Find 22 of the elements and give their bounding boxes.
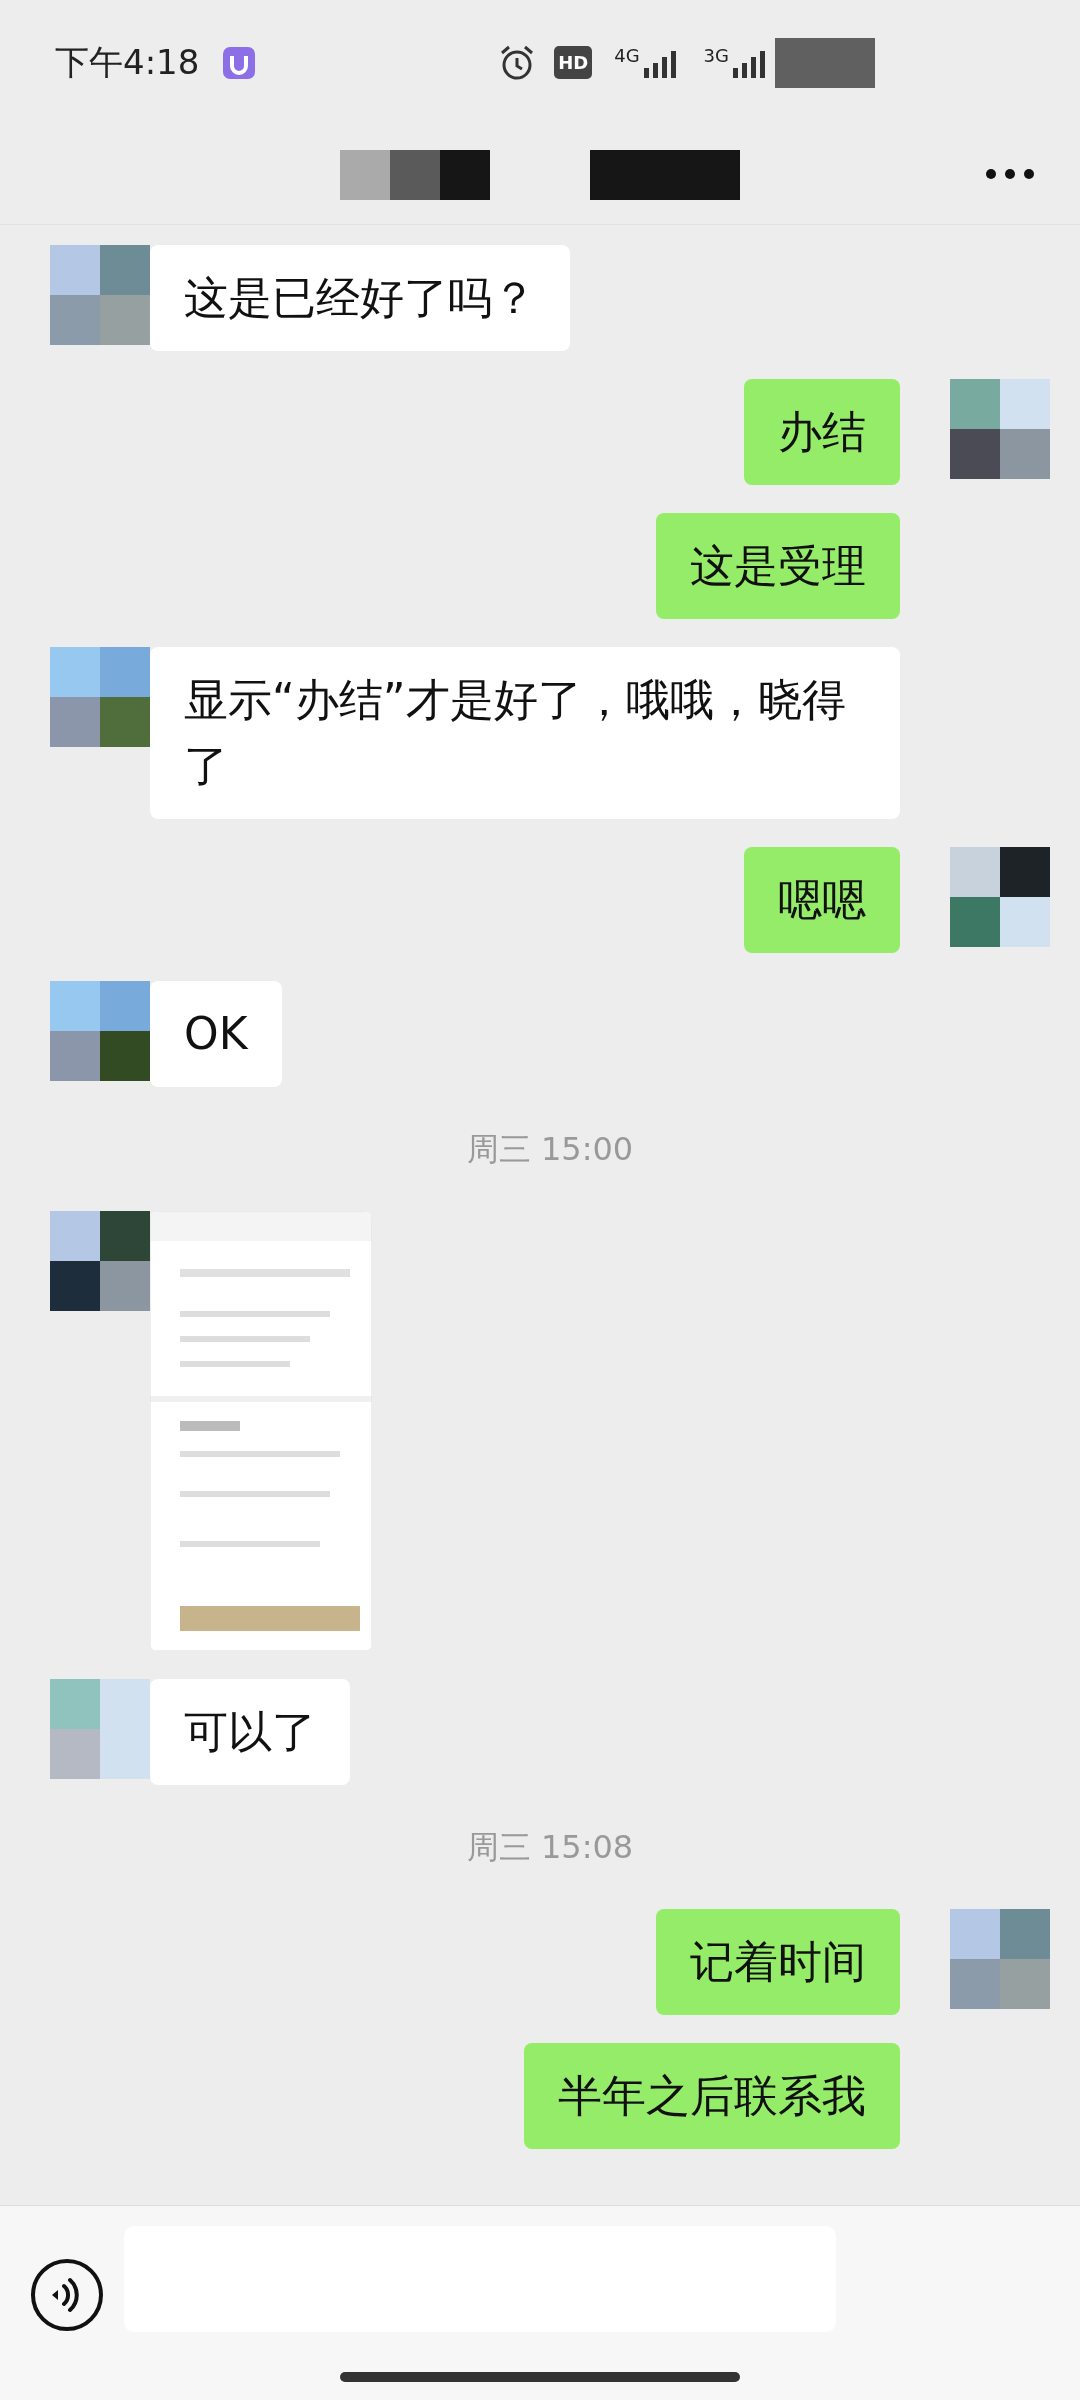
message-bubble: 记着时间 [656, 1909, 900, 2015]
hd-badge: HD [554, 46, 593, 79]
avatar[interactable] [50, 1211, 150, 1311]
more-icon[interactable] [985, 168, 1035, 180]
message-bubble: 这是已经好了吗？ [150, 245, 570, 351]
message-bubble: 可以了 [150, 1679, 350, 1785]
message-bubble: 这是受理 [656, 513, 900, 619]
message-bubble: 办结 [744, 379, 900, 485]
avatar[interactable] [950, 847, 1050, 947]
message-bubble: OK [150, 981, 282, 1087]
network-label: 4G [614, 44, 640, 68]
voice-icon[interactable] [30, 2258, 104, 2332]
timestamp: 周三 15:08 [466, 1827, 634, 1868]
message-bubble: 显示“办结”才是好了，哦哦，晓得了 [150, 647, 900, 819]
network-label: 3G [703, 44, 729, 68]
app-icon [223, 46, 256, 79]
avatar[interactable] [950, 379, 1050, 479]
status-time: 下午4:18 [55, 41, 200, 84]
timestamp: 周三 15:00 [466, 1129, 634, 1170]
message-bubble: 嗯嗯 [744, 847, 900, 953]
message-bubble: 半年之后联系我 [524, 2043, 900, 2149]
avatar[interactable] [50, 981, 150, 1081]
